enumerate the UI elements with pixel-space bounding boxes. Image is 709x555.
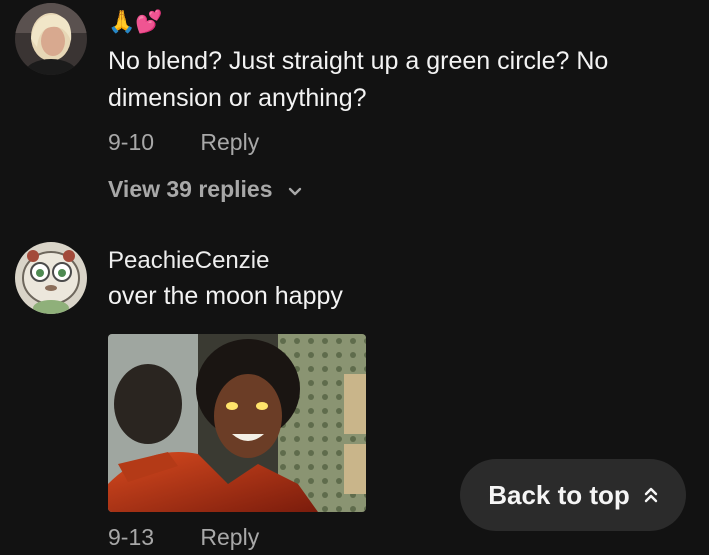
emoji-line: 🙏💕 — [108, 9, 163, 34]
gif-image — [108, 334, 366, 512]
comment-text: over the moon happy — [108, 282, 343, 310]
view-replies-button[interactable]: View 39 replies — [108, 176, 303, 204]
comment-text: No blend? Just straight up a green circl… — [108, 47, 609, 112]
reply-button[interactable]: Reply — [200, 129, 259, 156]
back-to-top-button[interactable]: Back to top — [460, 459, 686, 531]
comment-meta: 9-13 Reply — [108, 524, 259, 551]
view-replies-label: View 39 replies — [108, 176, 273, 202]
chevron-down-icon — [287, 177, 303, 204]
comment-date: 9-13 — [108, 524, 155, 550]
comment-image[interactable] — [108, 334, 366, 512]
user-photo-image — [15, 3, 87, 75]
back-to-top-label: Back to top — [488, 479, 630, 510]
comment-meta: 9-10 Reply — [108, 129, 259, 156]
comment-date: 9-10 — [108, 129, 155, 155]
username[interactable]: PeachieCenzie — [108, 246, 699, 276]
avatar[interactable] — [15, 242, 87, 314]
avatar[interactable] — [15, 3, 87, 75]
reply-button[interactable]: Reply — [200, 524, 259, 551]
double-chevron-up-icon — [644, 480, 658, 511]
cartoon-avatar-image — [15, 242, 87, 314]
